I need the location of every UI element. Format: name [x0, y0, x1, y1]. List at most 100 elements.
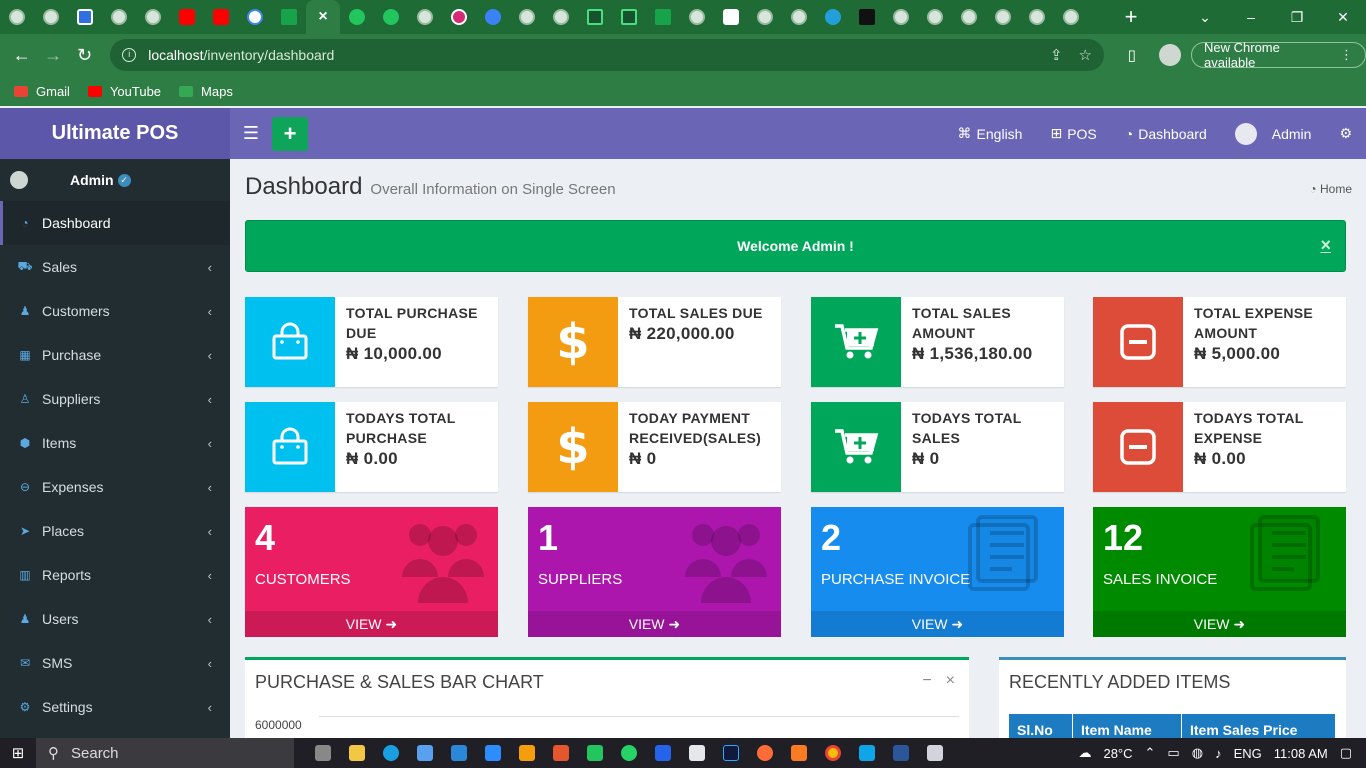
sidebar-item-items[interactable]: ⬢ Items ‹ — [0, 421, 230, 465]
tray-chevron-icon[interactable]: ⌃ — [1145, 745, 1156, 761]
network-icon[interactable]: ◍ — [1192, 745, 1203, 761]
notifications-icon[interactable]: ▢ — [1340, 745, 1352, 761]
sublime-icon[interactable] — [510, 738, 544, 768]
language-menu[interactable]: ⌘ English — [944, 108, 1037, 159]
forward-icon[interactable]: → — [37, 45, 68, 66]
sidebar-item-purchase[interactable]: ▦ Purchase ‹ — [0, 333, 230, 377]
browser-tab[interactable] — [952, 0, 986, 34]
minimize-icon[interactable]: – — [1228, 0, 1274, 34]
tab-search-icon[interactable]: ⌄ — [1182, 0, 1228, 34]
sidebar-item-reports[interactable]: ▥ Reports ‹ — [0, 553, 230, 597]
word-icon[interactable] — [884, 738, 918, 768]
sidebar-item-sales[interactable]: ⛟ Sales ‹ — [0, 245, 230, 289]
store-icon[interactable] — [408, 738, 442, 768]
browser-tab[interactable] — [68, 0, 102, 34]
task-view-icon[interactable] — [306, 738, 340, 768]
sidebar-item-settings[interactable]: ⚙ Settings ‹ — [0, 685, 230, 729]
browser-tab[interactable] — [884, 0, 918, 34]
app-logo[interactable]: Ultimate POS — [0, 108, 230, 159]
sidebar-item-dashboard[interactable]: ◔ Dashboard — [0, 201, 230, 245]
paint-icon[interactable] — [918, 738, 952, 768]
file-explorer-icon[interactable] — [340, 738, 374, 768]
site-info-icon[interactable]: i — [122, 48, 137, 62]
chrome-icon[interactable] — [816, 738, 850, 768]
browser-tab[interactable] — [238, 0, 272, 34]
bookmark-star-icon[interactable]: ☆ — [1079, 46, 1092, 64]
app-icon[interactable] — [850, 738, 884, 768]
taskbar-search[interactable]: ⚲ Search — [36, 738, 294, 768]
sidebar-item-expenses[interactable]: ⊖ Expenses ‹ — [0, 465, 230, 509]
share-icon[interactable]: ⇪ — [1050, 46, 1063, 64]
weather-icon[interactable]: ☁ — [1078, 745, 1091, 761]
browser-tab[interactable] — [680, 0, 714, 34]
breadcrumb[interactable]: ◔ Home — [1309, 182, 1352, 196]
clock[interactable]: 11:08 AM — [1274, 746, 1328, 761]
bluetooth-icon[interactable] — [646, 738, 680, 768]
browser-tab-active[interactable]: × — [306, 0, 340, 34]
view-link[interactable]: VIEW ➜ — [245, 611, 498, 637]
browser-tab[interactable] — [850, 0, 884, 34]
reload-icon[interactable]: ↻ — [69, 45, 100, 66]
whatsapp-icon[interactable] — [612, 738, 646, 768]
browser-tab[interactable] — [578, 0, 612, 34]
browser-tab[interactable] — [986, 0, 1020, 34]
browser-tab[interactable] — [442, 0, 476, 34]
browser-tab[interactable] — [612, 0, 646, 34]
pos-link[interactable]: ⊞ POS — [1036, 108, 1110, 159]
windows-start-icon[interactable]: ⊞ — [0, 744, 36, 762]
browser-tab[interactable] — [748, 0, 782, 34]
bookmark-youtube[interactable]: YouTube — [87, 84, 161, 99]
close-window-icon[interactable]: ✕ — [1320, 0, 1366, 34]
app-icon[interactable] — [578, 738, 612, 768]
sidebar-toggle-icon[interactable]: ☰ — [230, 123, 272, 144]
browser-tab[interactable] — [816, 0, 850, 34]
back-icon[interactable]: ← — [6, 45, 37, 66]
outlook-icon[interactable] — [680, 738, 714, 768]
chrome-update-button[interactable]: New Chrome available ⋮ — [1191, 40, 1366, 70]
sidebar-item-users[interactable]: ♟ Users ‹ — [0, 597, 230, 641]
mail-icon[interactable] — [442, 738, 476, 768]
browser-tab[interactable] — [204, 0, 238, 34]
column-header[interactable]: Sl.No — [1009, 714, 1073, 738]
xampp-icon[interactable] — [782, 738, 816, 768]
browser-tab[interactable] — [782, 0, 816, 34]
browser-tab[interactable] — [102, 0, 136, 34]
browser-tab[interactable] — [0, 0, 34, 34]
browser-tab[interactable] — [1054, 0, 1088, 34]
column-header[interactable]: Item Name — [1073, 714, 1182, 738]
browser-tab[interactable] — [340, 0, 374, 34]
sidebar-item-suppliers[interactable]: ♙ Suppliers ‹ — [0, 377, 230, 421]
new-tab-button[interactable]: + — [1114, 4, 1148, 30]
input-language[interactable]: ENG — [1234, 746, 1262, 761]
address-bar[interactable]: i localhost/inventory/dashboard ⇪ ☆ — [110, 39, 1104, 71]
view-link[interactable]: VIEW ➜ — [1093, 611, 1346, 637]
profile-avatar[interactable] — [1159, 44, 1181, 66]
office-icon[interactable] — [544, 738, 578, 768]
column-header[interactable]: Item Sales Price — [1182, 714, 1335, 738]
browser-tab[interactable] — [918, 0, 952, 34]
quick-add-button[interactable]: + — [272, 116, 308, 151]
browser-tab[interactable] — [170, 0, 204, 34]
user-menu[interactable]: Admin — [1221, 108, 1326, 159]
volume-icon[interactable]: ♪ — [1215, 746, 1222, 761]
browser-tab[interactable] — [136, 0, 170, 34]
remove-icon[interactable]: × — [946, 672, 955, 690]
postman-icon[interactable] — [748, 738, 782, 768]
bookmark-maps[interactable]: Maps — [179, 84, 233, 99]
browser-tab[interactable] — [34, 0, 68, 34]
sidebar-item-sms[interactable]: ✉ SMS ‹ — [0, 641, 230, 685]
browser-tab[interactable] — [544, 0, 578, 34]
dashboard-link[interactable]: ◔ Dashboard — [1111, 108, 1221, 159]
browser-tab[interactable] — [1020, 0, 1054, 34]
battery-icon[interactable]: ▭ — [1167, 745, 1179, 761]
view-link[interactable]: VIEW ➜ — [811, 611, 1064, 637]
alert-close-button[interactable]: × — [1320, 235, 1331, 256]
browser-tab[interactable] — [714, 0, 748, 34]
sidebar-item-places[interactable]: ➤ Places ‹ — [0, 509, 230, 553]
browser-tab[interactable] — [646, 0, 680, 34]
photoshop-icon[interactable] — [714, 738, 748, 768]
edge-icon[interactable] — [374, 738, 408, 768]
sidebar-item-customers[interactable]: ♟ Customers ‹ — [0, 289, 230, 333]
browser-tab[interactable] — [272, 0, 306, 34]
settings-toggle[interactable]: ⚙ — [1325, 108, 1366, 159]
